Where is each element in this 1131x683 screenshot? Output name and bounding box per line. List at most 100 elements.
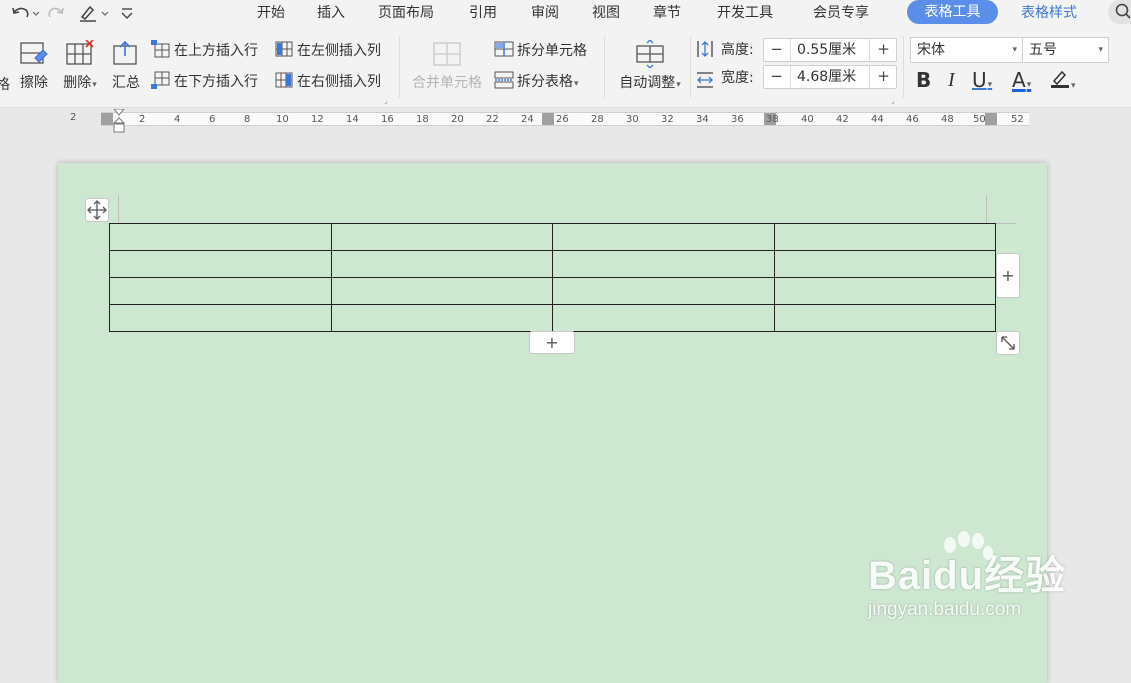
table-cell[interactable] xyxy=(330,250,553,278)
column-marker[interactable] xyxy=(542,113,554,125)
ruler-tick: 44 xyxy=(871,114,884,125)
horizontal-ruler[interactable]: 2 2 4 6 8 10 12 14 16 18 20 22 24 26 28 … xyxy=(0,109,1131,133)
split-table-label: 拆分表格 xyxy=(517,74,573,90)
partial-button[interactable]: 格 xyxy=(0,74,10,94)
tab-page-layout[interactable]: 页面布局 xyxy=(378,3,434,23)
ruler-tick: 8 xyxy=(244,114,251,125)
font-name-select[interactable]: 宋体 ▾ xyxy=(910,37,1023,63)
plus-icon: + xyxy=(545,333,559,352)
table-cell[interactable] xyxy=(552,304,775,332)
ruler-tick: 16 xyxy=(381,114,394,125)
baidu-watermark: Baidu经验 jingyan.baidu.com xyxy=(868,531,1066,621)
ruler-tick: 14 xyxy=(346,114,359,125)
table-cell[interactable] xyxy=(330,277,553,305)
font-name-value: 宋体 xyxy=(917,42,945,58)
format-painter-icon[interactable] xyxy=(78,4,110,22)
table-row xyxy=(109,304,996,332)
tab-references[interactable]: 引用 xyxy=(469,3,497,23)
table-cell[interactable] xyxy=(330,304,553,332)
delete-button[interactable]: 删除▾ xyxy=(59,40,101,92)
add-row-button[interactable]: + xyxy=(529,331,575,354)
margin-marker xyxy=(118,195,119,223)
bold-button[interactable]: B xyxy=(916,68,931,92)
add-column-button[interactable]: + xyxy=(996,253,1020,298)
table-cell[interactable] xyxy=(552,250,775,278)
height-stepper[interactable]: − 0.55厘米 + xyxy=(763,38,897,62)
resize-icon xyxy=(1001,336,1015,350)
tab-home[interactable]: 开始 xyxy=(257,3,285,23)
document-table[interactable] xyxy=(109,223,996,332)
table-cell[interactable] xyxy=(109,304,332,332)
insert-row-above-button[interactable]: 在上方插入行 xyxy=(151,40,258,60)
highlight-button[interactable]: ▾ xyxy=(1050,68,1076,92)
table-cell[interactable] xyxy=(109,223,332,251)
table-resize-handle[interactable] xyxy=(996,331,1020,355)
search-button[interactable] xyxy=(1108,0,1131,24)
height-increase-button[interactable]: + xyxy=(871,39,896,61)
table-cell[interactable] xyxy=(773,277,996,305)
insert-row-below-icon xyxy=(151,71,170,89)
width-decrease-button[interactable]: − xyxy=(764,66,789,88)
table-cell[interactable] xyxy=(330,223,553,251)
column-marker[interactable] xyxy=(101,113,113,125)
insert-row-below-label: 在下方插入行 xyxy=(174,74,258,90)
font-size-select[interactable]: 五号 ▾ xyxy=(1022,37,1109,63)
ruler-tick: 12 xyxy=(311,114,324,125)
table-move-handle[interactable] xyxy=(85,198,109,222)
ruler-track: 2 4 6 8 10 12 14 16 18 20 22 24 26 28 30… xyxy=(101,112,1029,126)
tab-table-style[interactable]: 表格样式 xyxy=(1021,3,1077,23)
merge-cells-button[interactable]: 合并单元格 xyxy=(408,40,486,92)
column-marker[interactable] xyxy=(985,113,997,125)
split-cells-button[interactable]: 拆分单元格 xyxy=(494,40,587,60)
indent-marker-icon[interactable] xyxy=(113,109,125,133)
insert-column-left-button[interactable]: 在左侧插入列 xyxy=(274,40,381,60)
group-launcher-icon[interactable]: ⌟ xyxy=(384,96,388,105)
summary-button[interactable]: 汇总 xyxy=(110,40,142,92)
ruler-tick: 2 xyxy=(70,112,77,123)
ruler-tick: 28 xyxy=(591,114,604,125)
tab-table-tools[interactable]: 表格工具 xyxy=(907,0,998,24)
column-width-icon xyxy=(697,72,713,88)
insert-row-above-label: 在上方插入行 xyxy=(174,43,258,59)
table-cell[interactable] xyxy=(109,277,332,305)
undo-icon[interactable] xyxy=(10,4,40,22)
insert-row-below-button[interactable]: 在下方插入行 xyxy=(151,71,258,91)
ruler-tick: 18 xyxy=(416,114,429,125)
delete-label: 删除 xyxy=(63,75,92,91)
insert-column-right-button[interactable]: 在右侧插入列 xyxy=(274,71,381,91)
width-stepper[interactable]: − 4.68厘米 + xyxy=(763,65,897,89)
baidu-paw-icon xyxy=(944,531,993,560)
width-input[interactable]: 4.68厘米 xyxy=(790,66,870,88)
split-table-button[interactable]: 拆分表格▾ xyxy=(494,71,579,91)
height-decrease-button[interactable]: − xyxy=(764,39,789,61)
insert-column-left-label: 在左侧插入列 xyxy=(297,43,381,59)
tab-chapter[interactable]: 章节 xyxy=(653,3,681,23)
erase-button[interactable]: 擦除 xyxy=(18,40,50,92)
table-row xyxy=(109,277,996,305)
tab-view[interactable]: 视图 xyxy=(592,3,620,23)
tab-developer[interactable]: 开发工具 xyxy=(717,3,773,23)
merge-cells-icon xyxy=(433,42,461,66)
table-cell[interactable] xyxy=(552,277,775,305)
table-cell[interactable] xyxy=(773,223,996,251)
width-increase-button[interactable]: + xyxy=(871,66,896,88)
table-cell[interactable] xyxy=(773,250,996,278)
font-color-button[interactable]: A▾ xyxy=(1012,68,1031,92)
tab-review[interactable]: 审阅 xyxy=(531,3,559,23)
table-cell[interactable] xyxy=(552,223,775,251)
highlighter-icon xyxy=(1051,70,1069,88)
table-cell[interactable] xyxy=(109,250,332,278)
height-input[interactable]: 0.55厘米 xyxy=(790,39,870,61)
tab-member[interactable]: 会员专享 xyxy=(813,3,869,23)
erase-label: 擦除 xyxy=(20,75,48,91)
group-launcher-icon[interactable]: ⌟ xyxy=(891,96,895,105)
table-cell[interactable] xyxy=(773,304,996,332)
auto-fit-button[interactable]: 自动调整▾ xyxy=(614,40,686,92)
redo-icon[interactable] xyxy=(48,4,66,22)
eraser-icon xyxy=(20,42,48,64)
underline-button[interactable]: U▾ xyxy=(972,68,992,92)
italic-button[interactable]: I xyxy=(948,68,955,92)
tab-insert[interactable]: 插入 xyxy=(317,3,345,23)
margin-marker xyxy=(986,195,987,223)
customize-toolbar-icon[interactable] xyxy=(120,4,134,22)
